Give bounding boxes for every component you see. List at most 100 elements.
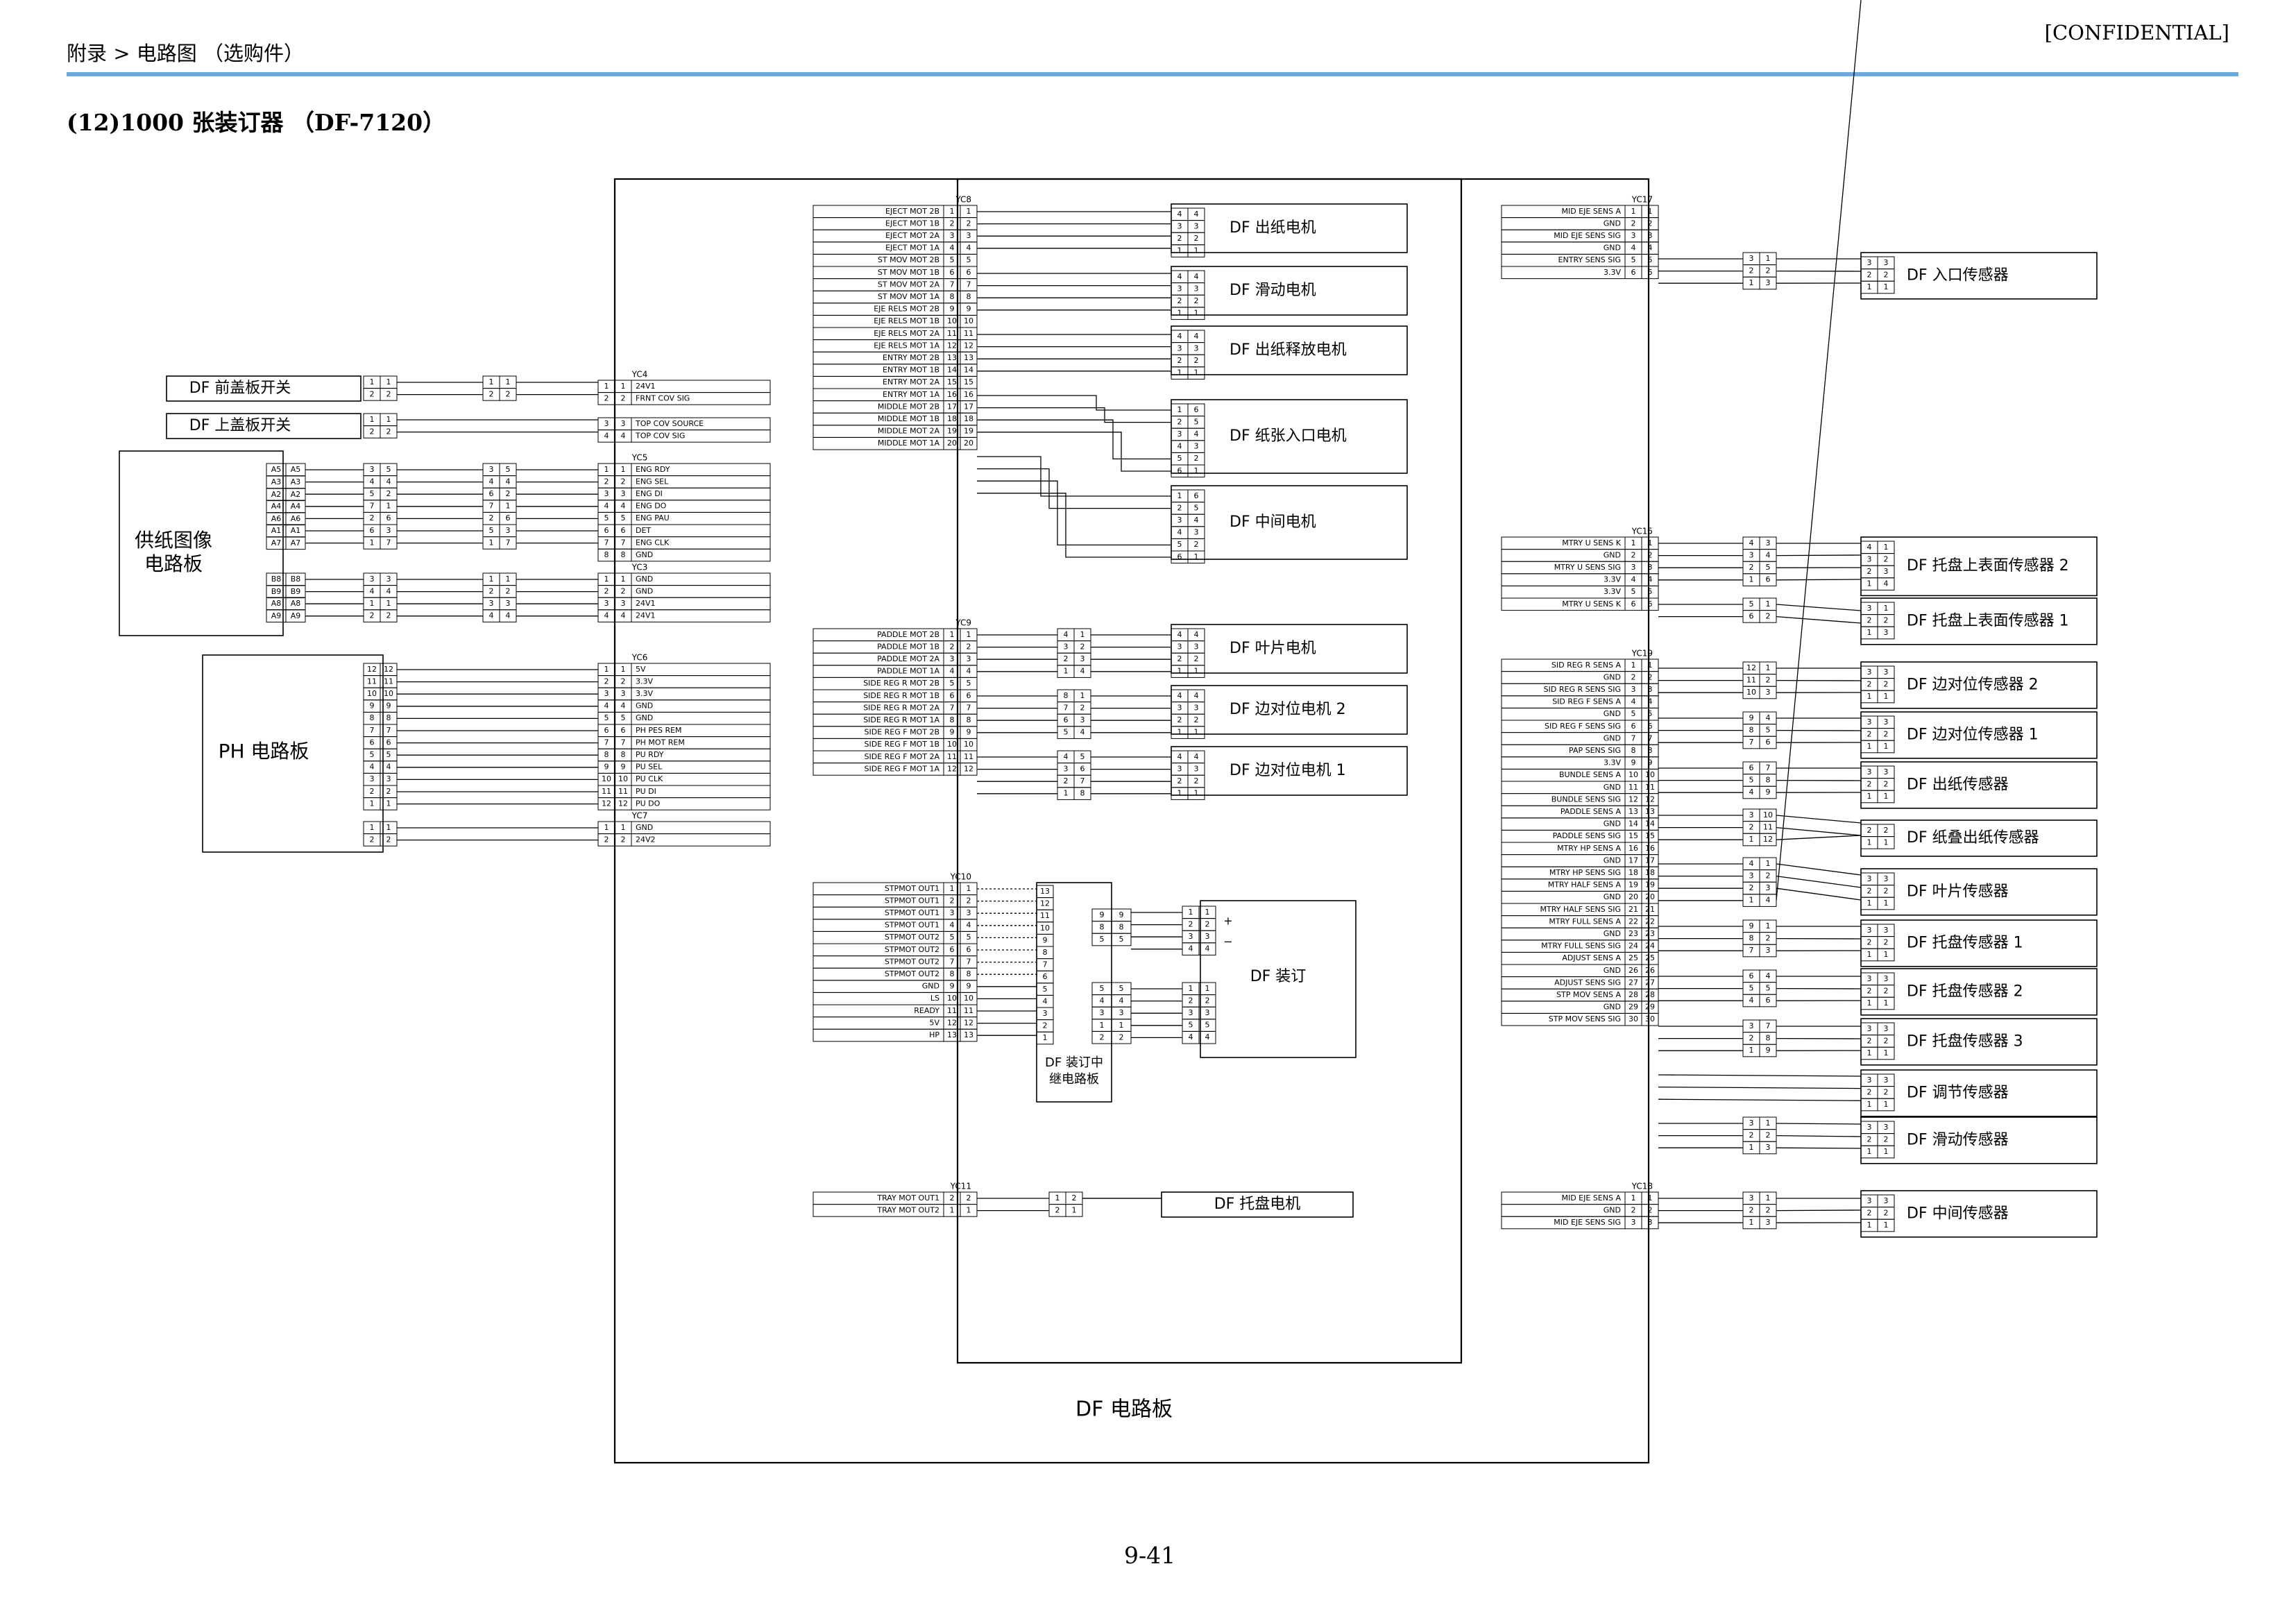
pin-number: 2 [1884,779,1889,788]
signal-name: PU RDY [636,750,664,759]
pin-number: 30 [1629,1014,1638,1023]
pin-number: 4 [1631,697,1636,706]
pin-number: 3 [1177,284,1182,293]
pin-number: 10 [602,774,611,783]
pin-number: 2 [370,611,375,620]
pin-number: 4 [1194,691,1199,700]
pin-number: A8 [271,599,282,608]
pin-number: 1 [1194,552,1199,561]
pin-number: 2 [1631,1205,1636,1214]
df-inner-area [956,178,1463,1364]
pin-number: 1 [506,377,511,386]
pin-number: 1 [1884,899,1889,908]
pin-number: 2 [967,896,971,905]
motor-label: DF 叶片电机 [1230,640,1316,657]
pin-number: 2 [1867,1087,1872,1096]
pin-number: 25 [1629,953,1638,962]
pin-number: 3 [604,599,609,608]
pin-number: 1 [1884,742,1889,751]
pin-number: 3 [370,774,375,783]
pin-number: 11 [367,677,377,686]
pin-number: 1 [386,799,391,808]
pin-number: 6 [950,691,955,700]
signal-name: MID EJE SENS SIG [1554,1218,1621,1227]
pin-number: 2 [1194,540,1199,549]
signal-name: GND [1604,733,1621,742]
minus-mark: − [1223,935,1232,949]
pin-number: 1 [1194,789,1199,798]
pin-number: 10 [1746,688,1756,697]
pin-number: 1 [1749,575,1754,584]
signal-name: MID EJE SENS A [1561,207,1621,216]
pin-number: 1 [1867,579,1872,588]
pin-number: 7 [1648,733,1653,742]
pin-number: 1 [386,377,391,386]
pin-number: 3 [1194,221,1199,230]
pin-number: 1 [1177,405,1182,414]
signal-name: SIDE REG F MOT 1B [865,740,940,749]
wire [977,493,1171,558]
pin-number: 1 [1867,899,1872,908]
sensor-label: DF 调节传感器 [1907,1084,2009,1101]
pin-number: 2 [1884,1087,1889,1096]
motor-label: DF 滑动电机 [1230,282,1316,299]
pin-number: 6 [967,268,971,277]
pin-number: 5 [604,713,609,722]
pin-number: 8 [386,713,391,722]
pin-number: 1 [1072,1205,1077,1214]
motor-label: DF 边对位电机 2 [1230,701,1346,718]
signal-name: STP MOV SENS A [1556,990,1621,999]
pin-number: 3 [1194,528,1199,537]
signal-name: MIDDLE MOT 2B [878,402,939,411]
pin-number: 6 [950,945,955,954]
pin-number: 8 [1749,933,1754,942]
pin-number: 18 [1629,868,1638,877]
pin-number: 2 [967,219,971,228]
pin-number: 1 [506,502,511,511]
pin-number: 2 [1749,883,1754,892]
pin-number: 4 [967,921,971,930]
signal-name: GND [1604,709,1621,718]
signal-name: SIDE REG F MOT 2B [865,728,940,737]
pin-number: 6 [950,268,955,277]
pin-number: 1 [1177,491,1182,500]
pin-number: 3 [1194,703,1199,712]
signal-name: 3.3V [1604,268,1621,277]
pin-number: 2 [1080,642,1085,651]
pin-number: 1 [1189,908,1193,917]
pin-number: 2 [621,586,626,595]
pin-number: 1 [489,538,494,547]
pin-number: 1 [950,1205,955,1214]
pin-number: 2 [604,477,609,486]
pin-number: 2 [370,835,375,844]
pin-number: 3 [1631,1218,1636,1227]
pin-number: 4 [621,611,626,620]
motor-label: DF 纸张入口电机 [1230,427,1347,445]
pin-number: 12 [384,665,393,674]
signal-name: GND [1604,856,1621,865]
pin-number: 3 [1766,946,1771,955]
pin-number: 2 [1884,826,1889,835]
pin-number: 2 [1867,937,1872,946]
pin-number: 2 [1766,266,1771,275]
pin-number: 1 [604,823,609,832]
pin-number: 3 [1194,764,1199,773]
pin-number: 4 [1177,210,1182,219]
pin-number: 3 [967,231,971,240]
pin-number: 2 [489,586,494,595]
pin-number: 2 [621,477,626,486]
sensor-label: DF 托盘传感器 3 [1907,1033,2023,1050]
paper-feed-board-label: 电路板 [144,552,203,575]
pin-number: 6 [1648,600,1653,609]
df-board-label: DF 电路板 [1075,1397,1173,1422]
wire [1776,1209,1862,1212]
pin-number: 11 [964,329,973,338]
pin-number: 1 [1648,661,1653,670]
signal-name: GND [1604,892,1621,901]
pin-number: 3 [1177,642,1182,651]
pin-number: 1 [1766,663,1771,672]
pin-number: 1 [1766,254,1771,263]
pin-number: 2 [1867,886,1872,895]
signal-name: SID REG F SENS SIG [1545,722,1621,731]
pin-number: 1 [370,377,375,386]
